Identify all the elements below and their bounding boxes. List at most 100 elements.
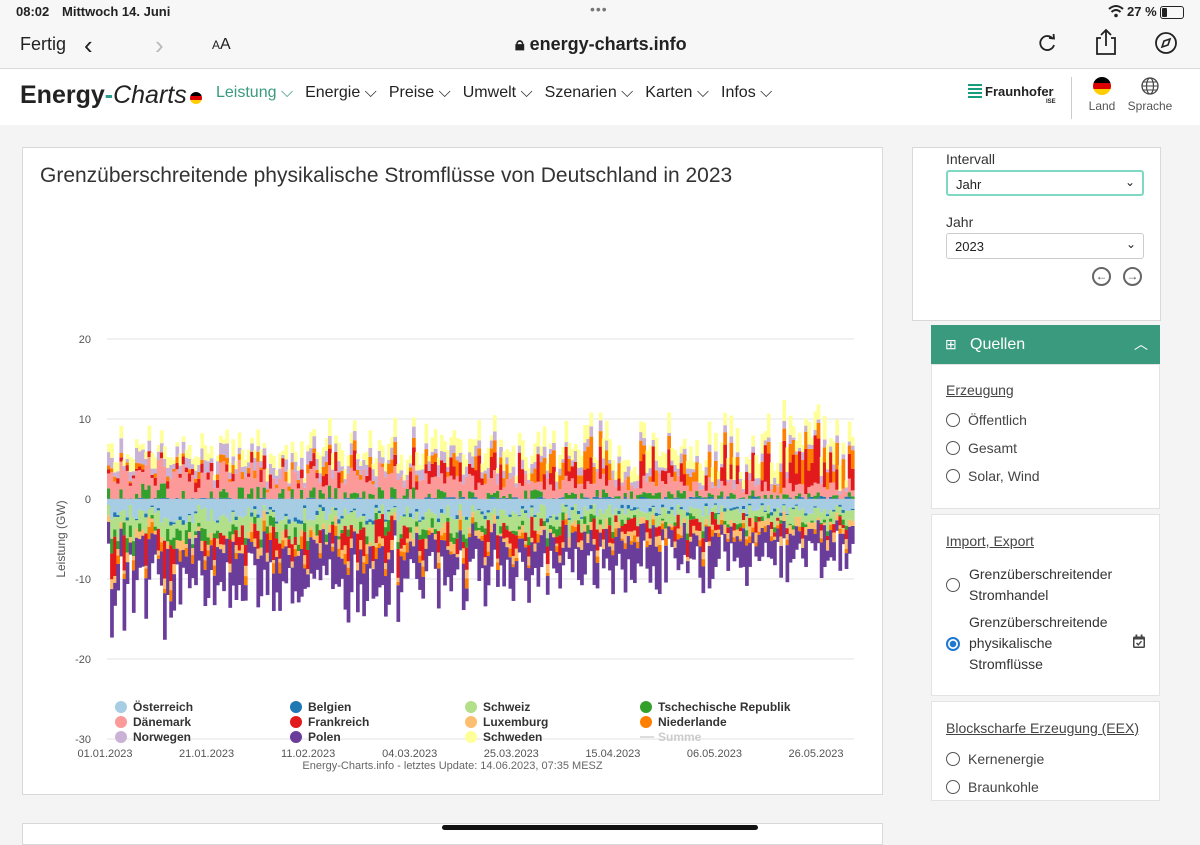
radio-circle[interactable]: [946, 413, 960, 427]
flow-bar: [210, 446, 214, 458]
back-arrow-icon[interactable]: ‹: [84, 30, 93, 61]
share-icon[interactable]: [1094, 28, 1118, 56]
intervall-select[interactable]: Jahr⌄: [946, 170, 1144, 196]
multitask-dots-icon[interactable]: •••: [590, 1, 608, 17]
legend-label[interactable]: Belgien: [308, 700, 351, 714]
chart-svg[interactable]: 20100-10-20-3001.01.202321.01.202311.02.…: [23, 208, 882, 768]
flow-bar: [642, 438, 646, 445]
flow-bar: [188, 445, 192, 459]
language-selector[interactable]: Sprache: [1124, 77, 1176, 113]
flow-bar: [393, 418, 397, 437]
legend-marker: [115, 731, 127, 743]
radio-circle[interactable]: [946, 752, 960, 766]
nav-karten[interactable]: Karten ⌵: [645, 84, 709, 102]
flow-bar: [141, 444, 145, 450]
erzeugung-section: Erzeugung Öffentlich Gesamt Solar, Wind: [931, 364, 1160, 509]
flow-bar: [300, 441, 304, 458]
nav-infos[interactable]: Infos ⌵: [721, 84, 772, 102]
radio-circle[interactable]: [946, 469, 960, 483]
radio-solar-wind[interactable]: Solar, Wind: [946, 468, 1040, 484]
flow-bar: [179, 562, 183, 605]
jahr-select[interactable]: 2023⌄: [946, 233, 1144, 259]
radio-circle-selected[interactable]: [946, 637, 960, 651]
header-divider: [1071, 77, 1072, 119]
flow-bar: [717, 537, 721, 559]
flow-bar: [437, 569, 441, 609]
chevron-down-icon: ⌵: [756, 84, 773, 101]
radio-circle[interactable]: [946, 441, 960, 455]
legend-label[interactable]: Schweden: [483, 730, 542, 744]
legend-label[interactable]: Luxemburg: [483, 715, 548, 729]
calendar-icon[interactable]: [1132, 634, 1146, 649]
x-tick-label: 15.04.2023: [585, 748, 640, 760]
flow-bar: [272, 456, 276, 468]
previous-year-icon[interactable]: ←: [1092, 267, 1111, 286]
physikalische-stromfluesse-label[interactable]: GrenzüberschreitendephysikalischeStromfl…: [969, 612, 1108, 675]
chevron-down-icon: ⌵: [617, 84, 634, 101]
nav-preise[interactable]: Preise ⌵: [389, 84, 451, 102]
flow-bar: [465, 589, 469, 602]
forward-arrow-icon[interactable]: ›: [155, 30, 164, 61]
radio-physikalische-stromfluesse[interactable]: [946, 636, 968, 652]
reader-text-size-button[interactable]: AA: [212, 36, 231, 54]
flow-bar: [767, 442, 771, 454]
radio-circle[interactable]: [946, 780, 960, 794]
flow-bar: [353, 420, 357, 431]
energy-charts-logo[interactable]: Energy-Charts: [20, 81, 202, 110]
flow-bar: [119, 438, 123, 453]
radio-stromhandel[interactable]: [946, 577, 968, 593]
flow-bar: [496, 570, 500, 587]
browser-toolbar: Fertig ‹ › AA 🔒︎ energy-charts.info: [0, 24, 1200, 69]
next-year-icon[interactable]: →: [1123, 267, 1142, 286]
flow-bar: [499, 440, 503, 447]
x-tick-label: 26.05.2023: [788, 748, 843, 760]
flow-bar: [695, 456, 699, 462]
nav-leistung[interactable]: Leistung ⌵: [216, 84, 293, 102]
country-selector[interactable]: Land: [1086, 77, 1118, 113]
radio-kernenergie[interactable]: Kernenergie: [946, 751, 1044, 767]
flow-bar: [210, 463, 214, 471]
nav-umwelt[interactable]: Umwelt ⌵: [463, 84, 533, 102]
radio-oeffentlich[interactable]: Öffentlich: [946, 412, 1027, 428]
flow-bar: [599, 413, 603, 421]
nav-szenarien[interactable]: Szenarien ⌵: [545, 84, 634, 102]
reload-icon[interactable]: [1036, 32, 1058, 54]
legend-label[interactable]: Österreich: [133, 699, 193, 714]
erzeugung-heading[interactable]: Erzeugung: [946, 382, 1014, 398]
flow-bar: [225, 430, 229, 444]
flow-bar: [617, 445, 621, 456]
flow-bar: [739, 472, 743, 479]
legend-label[interactable]: Summe: [658, 730, 702, 744]
legend-label[interactable]: Norwegen: [133, 730, 191, 744]
legend-label[interactable]: Polen: [308, 730, 341, 744]
flow-bar: [851, 450, 855, 469]
flow-bar: [493, 440, 497, 452]
compass-icon[interactable]: [1154, 31, 1178, 55]
legend-label[interactable]: Niederlande: [658, 715, 727, 729]
chevron-down-icon: ⌄: [1126, 237, 1136, 251]
flow-bar: [823, 416, 827, 440]
legend-label[interactable]: Dänemark: [133, 715, 191, 729]
radio-circle[interactable]: [946, 578, 960, 592]
flow-bar: [477, 420, 481, 440]
blockscharfe-heading[interactable]: Blockscharfe Erzeugung (EEX): [946, 720, 1139, 736]
stromhandel-label[interactable]: GrenzüberschreitenderStromhandel: [969, 564, 1112, 606]
legend-label[interactable]: Tschechische Republik: [658, 700, 791, 714]
import-export-heading[interactable]: Import, Export: [946, 533, 1034, 549]
flow-bar: [172, 574, 176, 610]
done-button[interactable]: Fertig: [20, 34, 66, 55]
flow-bar: [353, 431, 357, 440]
legend-label[interactable]: Frankreich: [308, 715, 369, 729]
nav-energie[interactable]: Energie ⌵: [305, 84, 377, 102]
flow-bar: [751, 447, 755, 453]
flow-bar: [424, 443, 428, 449]
flow-bar: [434, 429, 438, 449]
radio-gesamt[interactable]: Gesamt: [946, 440, 1017, 456]
fraunhofer-logo[interactable]: FraunhoferISE: [968, 84, 1054, 99]
legend-label[interactable]: Schweiz: [483, 700, 530, 714]
radio-braunkohle[interactable]: Braunkohle: [946, 779, 1039, 795]
quellen-accordion-header[interactable]: ⊞ Quellen ︿: [931, 325, 1160, 364]
address-bar[interactable]: 🔒︎ energy-charts.info: [515, 34, 687, 55]
legend-marker: [290, 716, 302, 728]
home-indicator: [442, 825, 758, 830]
